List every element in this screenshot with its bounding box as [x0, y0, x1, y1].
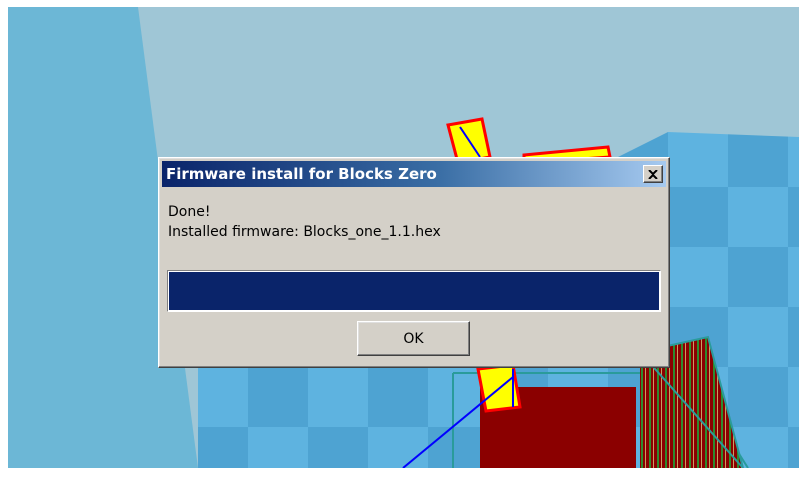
installed-firmware-message: Installed firmware: Blocks_one_1.1.hex	[168, 224, 441, 240]
close-icon	[648, 169, 658, 179]
close-button[interactable]	[643, 165, 663, 183]
progress-bar	[167, 270, 661, 312]
dialog-title-bar[interactable]: Firmware install for Blocks Zero	[162, 161, 666, 187]
dialog-title: Firmware install for Blocks Zero	[166, 165, 437, 183]
progress-fill	[169, 272, 659, 310]
firmware-install-dialog: Firmware install for Blocks Zero Done! I…	[158, 157, 670, 368]
status-message: Done!	[168, 204, 211, 220]
ok-button[interactable]: OK	[357, 321, 470, 356]
